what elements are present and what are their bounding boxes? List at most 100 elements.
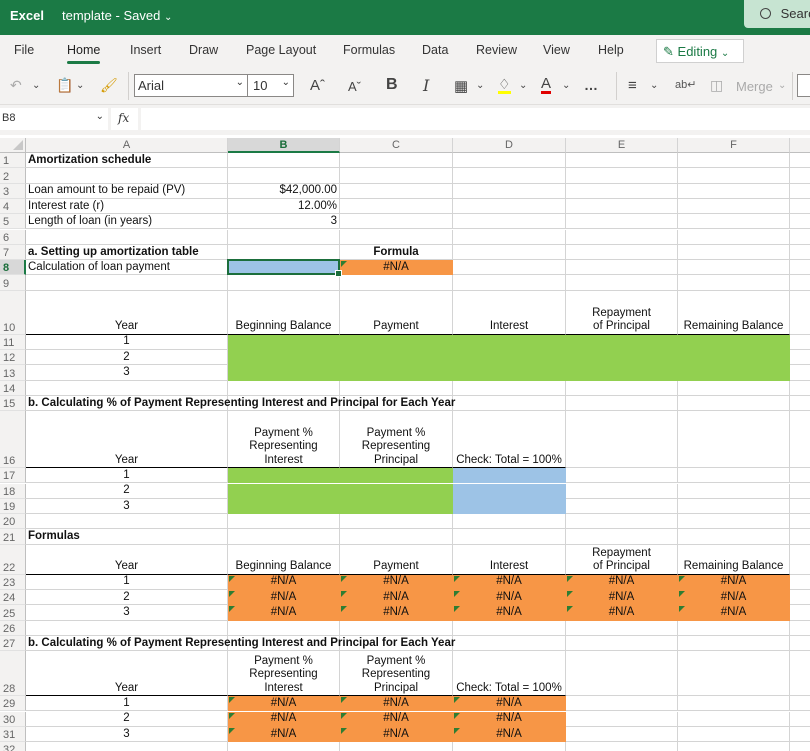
cell-b10[interactable]: Beginning Balance [228, 290, 340, 335]
cell-d22[interactable]: Interest [453, 544, 566, 575]
cell-c8[interactable]: #N/A [340, 260, 453, 276]
cell-e30[interactable] [566, 711, 678, 727]
cell-g18[interactable] [790, 484, 810, 499]
cell-d4[interactable] [453, 198, 566, 215]
cell-e20[interactable] [566, 514, 678, 530]
row-header-9[interactable]: 9 [0, 275, 26, 291]
cell-g15[interactable] [790, 396, 810, 412]
cell-a30[interactable]: 2 [26, 711, 228, 727]
editing-mode-button[interactable]: ✎ Editing ⌄ [656, 39, 744, 63]
row-header-13[interactable]: 13 [0, 365, 26, 381]
cell-a18[interactable]: 2 [26, 483, 228, 499]
cell-e14[interactable] [566, 380, 678, 396]
cell-b23[interactable]: #N/A [228, 574, 340, 590]
cell-f8[interactable] [678, 260, 790, 276]
cell-a3[interactable]: Loan amount to be repaid (PV) [26, 183, 228, 199]
cell-c4[interactable] [340, 198, 453, 215]
row-header-15[interactable]: 15 [0, 395, 26, 412]
cell-c6[interactable] [340, 229, 453, 245]
cell-b11[interactable] [228, 334, 340, 350]
cell-e15[interactable] [566, 395, 678, 412]
cell-d14[interactable] [453, 380, 566, 396]
cell-e4[interactable] [566, 198, 678, 215]
cell-e24[interactable]: #N/A [566, 590, 678, 606]
cell-d7[interactable] [453, 244, 566, 261]
row-header-27[interactable]: 27 [0, 635, 26, 652]
font-size-select[interactable]: 10 ⌄ [247, 74, 294, 97]
tab-view[interactable]: View [543, 43, 570, 57]
tab-draw[interactable]: Draw [189, 43, 218, 57]
cell-a21[interactable]: Formulas [26, 529, 228, 545]
cell-b17[interactable] [228, 468, 340, 484]
cell-d20[interactable] [453, 514, 566, 530]
cell-d29[interactable]: #N/A [453, 696, 566, 712]
row-header-31[interactable]: 31 [0, 726, 26, 743]
bold-button[interactable]: B [386, 76, 398, 94]
cell-c31[interactable]: #N/A [340, 726, 453, 743]
row-header-8[interactable]: 8 [0, 260, 26, 276]
formula-input[interactable] [141, 108, 810, 130]
cell-d27[interactable] [453, 635, 566, 652]
column-header-f[interactable]: F [678, 138, 790, 153]
wrap-text-icon[interactable]: ab↵ [675, 78, 696, 91]
undo-icon[interactable]: ↶ [10, 77, 22, 94]
column-header-b[interactable]: B [228, 138, 340, 153]
cell-a15[interactable]: b. Calculating % of Payment Representing… [26, 395, 455, 412]
cell-f25[interactable]: #N/A [678, 605, 790, 621]
cell-f3[interactable] [678, 183, 790, 199]
cell-e3[interactable] [566, 183, 678, 199]
cell-f12[interactable] [678, 350, 790, 366]
select-all-corner[interactable] [0, 138, 26, 153]
cell-e22[interactable]: Repayment of Principal [566, 544, 678, 575]
row-header-20[interactable]: 20 [0, 514, 26, 530]
cell-b32[interactable] [228, 742, 340, 751]
cell-a29[interactable]: 1 [26, 696, 228, 712]
cell-f31[interactable] [678, 726, 790, 743]
cell-c12[interactable] [340, 350, 453, 366]
cell-b25[interactable]: #N/A [228, 605, 340, 621]
cell-e8[interactable] [566, 260, 678, 276]
column-header-d[interactable]: D [453, 138, 566, 153]
row-header-7[interactable]: 7 [0, 244, 26, 261]
cell-a5[interactable]: Length of loan (in years) [26, 214, 228, 230]
row-header-32[interactable]: 32 [0, 742, 26, 751]
cell-c20[interactable] [340, 514, 453, 530]
cell-e2[interactable] [566, 168, 678, 184]
cell-g17[interactable] [790, 468, 810, 484]
cell-f5[interactable] [678, 214, 790, 230]
cell-b4[interactable]: 12.00% [228, 198, 340, 215]
cell-e26[interactable] [566, 620, 678, 636]
cell-c10[interactable]: Payment [340, 290, 453, 335]
row-header-10[interactable]: 10 [0, 290, 26, 335]
cell-c30[interactable]: #N/A [340, 711, 453, 727]
cell-f7[interactable] [678, 244, 790, 261]
cell-d3[interactable] [453, 183, 566, 199]
tab-file[interactable]: File [14, 43, 34, 57]
cell-d32[interactable] [453, 742, 566, 751]
tab-review[interactable]: Review [476, 43, 517, 57]
cell-f18[interactable] [678, 483, 790, 499]
cell-c28[interactable]: Payment % Representing Principal [340, 651, 453, 697]
cell-g30[interactable] [790, 712, 810, 727]
cell-a20[interactable] [26, 514, 228, 530]
cell-b28[interactable]: Payment % Representing Interest [228, 651, 340, 697]
increase-font-size-icon[interactable]: Aˆ [310, 77, 325, 94]
cell-f19[interactable] [678, 498, 790, 515]
cell-a2[interactable] [26, 168, 228, 184]
cell-c13[interactable] [340, 365, 453, 381]
cell-f24[interactable]: #N/A [678, 590, 790, 606]
insert-function-button[interactable]: fx [111, 108, 138, 130]
cell-e18[interactable] [566, 483, 678, 499]
cell-d5[interactable] [453, 214, 566, 230]
cell-c24[interactable]: #N/A [340, 590, 453, 606]
cell-g4[interactable] [790, 199, 810, 215]
cell-g21[interactable] [790, 529, 810, 545]
align-icon[interactable]: ≡ [628, 77, 637, 94]
cell-c17[interactable] [340, 468, 453, 484]
cell-d23[interactable]: #N/A [453, 574, 566, 590]
cell-d28[interactable]: Check: Total = 100% [453, 651, 566, 697]
cell-g3[interactable] [790, 184, 810, 199]
row-header-6[interactable]: 6 [0, 229, 26, 245]
cell-b16[interactable]: Payment % Representing Interest [228, 411, 340, 469]
document-title[interactable]: template - Saved ⌄ [62, 8, 172, 23]
